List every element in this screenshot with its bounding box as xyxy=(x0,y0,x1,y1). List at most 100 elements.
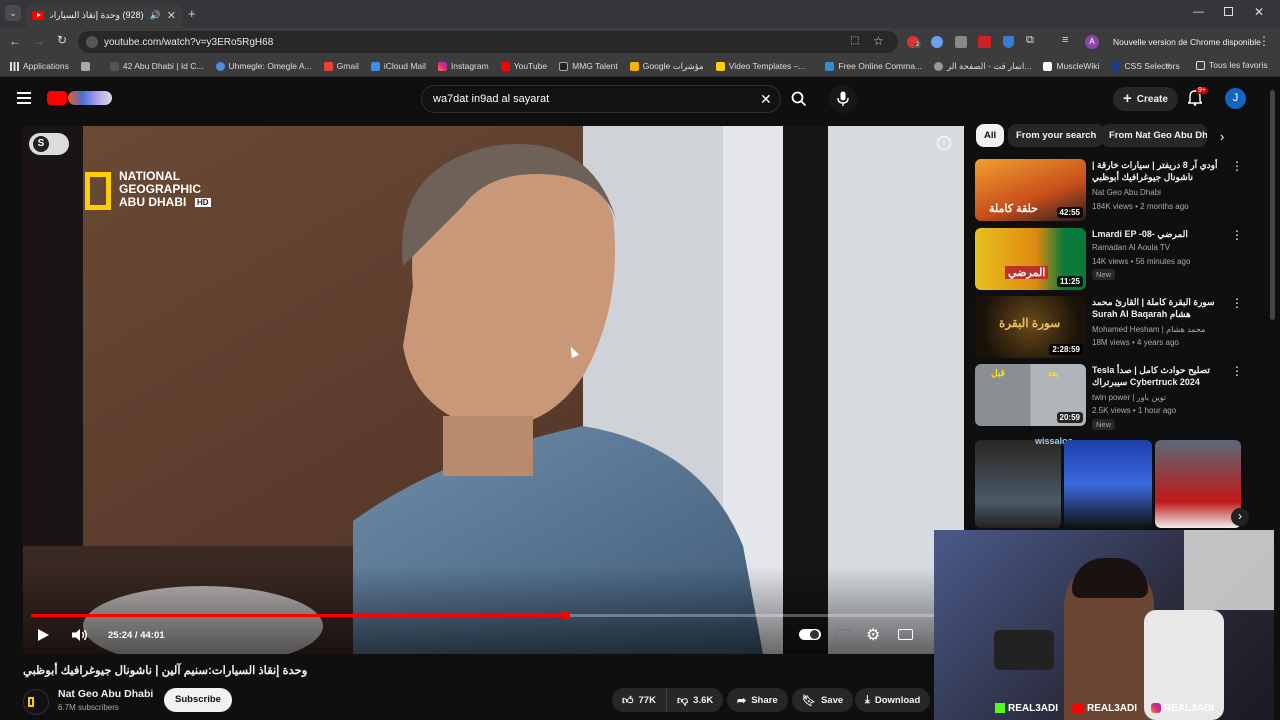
search-button[interactable] xyxy=(781,85,817,113)
bookmark-item[interactable]: CSS Selectors xyxy=(1105,61,1185,71)
play-button[interactable] xyxy=(38,629,49,641)
extensions-puzzle-icon[interactable]: ⧉ xyxy=(1026,34,1034,47)
bookmark-apps[interactable]: Applications xyxy=(0,61,75,71)
bookmark-item[interactable]: MuscleWiki xyxy=(1037,61,1105,71)
install-icon[interactable]: ⬚ xyxy=(850,35,859,46)
like-button[interactable]: 👍︎ 77K xyxy=(612,688,666,712)
channel-avatar[interactable] xyxy=(23,689,49,715)
site-info-icon[interactable] xyxy=(86,36,98,48)
voice-search-button[interactable] xyxy=(829,85,857,113)
settings-icon[interactable]: ⚙ xyxy=(866,625,880,645)
reload-icon[interactable]: ↻ xyxy=(57,33,67,47)
bookmark-item[interactable]: Free Online Comma... xyxy=(811,61,928,71)
back-icon[interactable]: ← xyxy=(9,34,21,48)
instagram-icon xyxy=(1151,703,1162,713)
thumbnail-caption: حلقة كاملة xyxy=(989,203,1038,215)
bookmark-item[interactable]: Instagram xyxy=(432,61,495,71)
bookmark-item[interactable]: Uhmegle: Omegle A... xyxy=(210,61,318,71)
bookmark-item[interactable]: Video Templates –... xyxy=(710,61,812,71)
bookmark-item[interactable]: Gmail xyxy=(318,61,365,71)
grid-icon xyxy=(80,61,90,71)
extension-shield-icon[interactable] xyxy=(1003,36,1014,48)
youtube-logo[interactable] xyxy=(47,91,113,106)
profile-avatar[interactable]: A xyxy=(1085,35,1099,49)
audio-icon[interactable]: 🔊 xyxy=(150,10,161,21)
clear-search-icon[interactable]: ✕ xyxy=(760,91,772,108)
bookmark-item[interactable]: Google مؤشرات xyxy=(624,61,710,72)
bookmark-item[interactable]: iCloud Mail xyxy=(365,61,432,71)
subtitles-icon[interactable] xyxy=(836,629,850,640)
restore-button[interactable] xyxy=(1224,7,1233,16)
gmail-icon xyxy=(323,61,333,71)
download-button[interactable]: ⤓ Download xyxy=(855,688,931,712)
autoplay-toggle[interactable] xyxy=(799,629,821,640)
video-player[interactable]: NATIONAL GEOGRAPHIC ABU DHABI HD S i 25:… xyxy=(23,126,964,654)
notifications-button[interactable]: 9+ xyxy=(1188,87,1208,108)
more-actions-icon[interactable]: ⋮ xyxy=(1231,364,1243,378)
save-button[interactable]: 🔖︎ Save xyxy=(792,688,854,712)
media-control-icon[interactable]: ≡ xyxy=(1062,34,1068,46)
more-bookmarks-icon[interactable]: » xyxy=(1165,60,1171,71)
close-window-button[interactable]: ✕ xyxy=(1254,5,1264,19)
extension-grid-icon[interactable] xyxy=(955,36,967,48)
sidebar-video-3[interactable]: سورة البقرة 2:28:59 سورة البقرة كاملة | … xyxy=(975,296,1260,358)
bookmark-grid[interactable] xyxy=(75,61,96,71)
short-thumbnail[interactable] xyxy=(1155,440,1241,528)
bookmark-star-icon[interactable]: ☆ xyxy=(873,34,884,48)
sidebar-video-2[interactable]: المرضي 11:25 Lmardi EP -08- المرضي Ramad… xyxy=(975,228,1260,290)
share-button[interactable]: ➦ Share xyxy=(727,688,788,712)
video-title: سورة البقرة كاملة | القارئ محمد هشام Sur… xyxy=(1092,297,1215,319)
subscriber-count: 6.7M subscribers xyxy=(58,703,119,712)
address-bar[interactable]: youtube.com/watch?v=y3ERo5RgH68 ⬚ ☆ xyxy=(78,31,898,53)
musclewiki-icon xyxy=(1043,61,1053,71)
forward-icon[interactable]: → xyxy=(33,34,45,48)
more-actions-icon[interactable]: ⋮ xyxy=(1231,159,1243,173)
filter-chip-from-search[interactable]: From your search xyxy=(1008,124,1105,147)
more-actions-icon[interactable]: ⋮ xyxy=(1231,228,1243,242)
all-bookmarks[interactable]: Tous les favoris xyxy=(1190,60,1274,70)
bookmark-item[interactable]: 42 Abu Dhabi | Id C... xyxy=(96,61,210,71)
tab-close-icon[interactable]: ✕ xyxy=(167,9,176,22)
tab-search-button[interactable]: ⌄ xyxy=(5,5,21,21)
account-avatar[interactable]: J xyxy=(1225,88,1246,109)
save-playlist-icon: 🔖︎ xyxy=(802,694,816,707)
theater-mode-icon[interactable] xyxy=(898,629,913,640)
video-title: Tesla تصليح حوادث كامل | صدأ سيبرتراك Cy… xyxy=(1092,365,1210,387)
filter-next-icon[interactable]: › xyxy=(1220,129,1224,144)
extension-new-icon[interactable] xyxy=(978,36,991,48)
channel-bubble[interactable]: S xyxy=(29,133,69,155)
extension-blue-icon[interactable] xyxy=(931,36,943,48)
sidebar-video-4[interactable]: قبل بعد 20:59 Tesla تصليح حوادث كامل | ص… xyxy=(975,364,1260,430)
channel-name[interactable]: Nat Geo Abu Dhabi xyxy=(58,688,153,700)
sidebar-video-1[interactable]: حلقة كاملة 42:55 أودي آر 8 دريفتر | سيار… xyxy=(975,159,1260,221)
new-tab-button[interactable]: + xyxy=(188,6,196,21)
filter-chip-from-channel[interactable]: From Nat Geo Abu Dhabi xyxy=(1101,124,1207,147)
more-actions-icon[interactable]: ⋮ xyxy=(1231,296,1243,310)
page-scrollbar[interactable] xyxy=(1270,90,1275,320)
minimize-button[interactable]: — xyxy=(1193,6,1204,18)
short-thumbnail[interactable] xyxy=(1064,440,1152,528)
bookmark-item[interactable]: MMG Talent xyxy=(553,61,624,71)
update-chrome-button[interactable]: Nouvelle version de Chrome disponible xyxy=(1107,33,1267,51)
chrome-menu-icon[interactable]: ⋮ xyxy=(1258,34,1270,48)
dislike-button[interactable]: 👎︎ 3.6K xyxy=(666,688,724,712)
progress-track[interactable] xyxy=(31,611,957,620)
volume-button[interactable] xyxy=(71,628,89,642)
youtube-icon xyxy=(1072,703,1085,713)
kick-handle: REAL3ADI xyxy=(995,703,1058,714)
bookmark-item[interactable]: YouTube xyxy=(495,61,553,71)
search-input[interactable]: wa7dat in9ad al sayarat ✕ xyxy=(421,85,781,113)
notification-badge: 9+ xyxy=(1196,87,1208,94)
filter-chip-all[interactable]: All xyxy=(976,124,1005,147)
guide-menu-icon[interactable] xyxy=(17,92,31,104)
subscribe-button[interactable]: Subscribe xyxy=(164,688,232,712)
shorts-next-icon[interactable]: › xyxy=(1231,508,1249,526)
tab-active[interactable]: (928) وحدة إنقاذ السيارات:سنيم 🔊 ✕ xyxy=(26,3,182,28)
download-icon: ⤓ xyxy=(865,693,870,706)
short-thumbnail[interactable] xyxy=(975,440,1061,528)
bookmark-item[interactable]: انمار فت - الصفحة الر... xyxy=(928,61,1037,72)
create-button[interactable]: + Create xyxy=(1113,87,1178,111)
progress-scrubber[interactable] xyxy=(560,611,570,620)
info-icon[interactable]: i xyxy=(937,136,951,150)
thumbnail-caption-after: بعد xyxy=(1047,368,1059,378)
